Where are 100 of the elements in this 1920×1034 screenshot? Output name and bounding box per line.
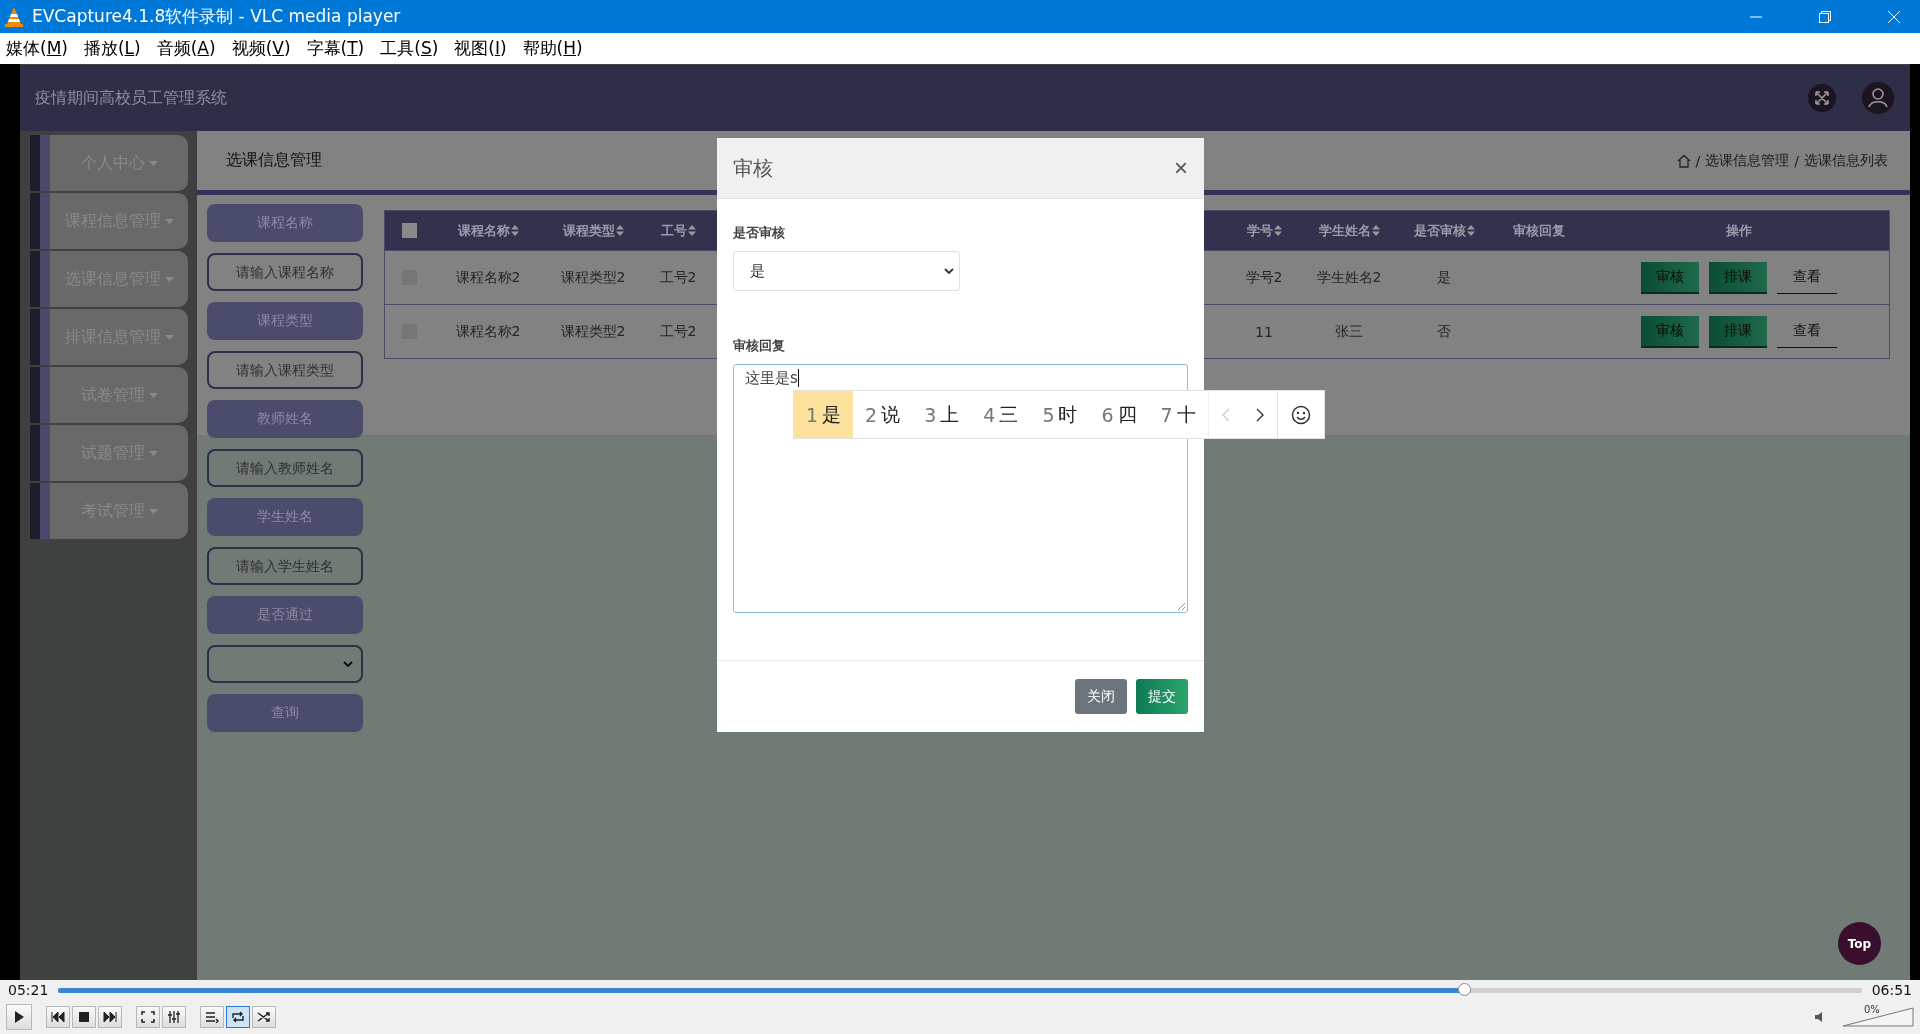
table-cell: 11 [1255,323,1273,340]
column-header[interactable]: 是否审核 [1413,221,1475,240]
submit-button[interactable]: 提交 [1136,679,1188,714]
action-button[interactable]: 排课 [1709,315,1767,348]
table-cell: 工号2 [659,322,697,341]
menu-item[interactable]: 播放(L) [83,37,141,60]
elapsed-time: 05:21 [8,982,49,998]
column-header[interactable]: 课程名称 [457,221,519,240]
breadcrumb-item[interactable]: 选课信息列表 [1804,151,1888,170]
caret-icon [164,218,174,224]
caret-icon [148,450,158,456]
column-header[interactable]: 学号 [1246,221,1282,240]
speaker-icon[interactable] [1814,1012,1824,1022]
select-field[interactable]: 是 [733,251,960,291]
menu-item[interactable]: 字幕(T) [306,37,365,60]
accent-bar [30,425,50,481]
filter-select[interactable] [207,645,363,683]
breadcrumb-separator: / [1794,152,1799,169]
table-cell: 否 [1437,322,1451,341]
playlist-icon [205,1011,219,1023]
sort-icon [1273,225,1282,236]
sort-icon [510,225,519,236]
field-label: 是否审核 [733,224,786,242]
app-title: 疫情期间高校员工管理系统 [35,87,227,109]
fullscreen-icon [141,1011,155,1023]
filter-label: 学生姓名 [207,498,363,536]
candidate-item[interactable]: 1 是 [794,391,854,438]
table-cell: 课程类型2 [560,322,626,341]
restore-icon[interactable] [1819,10,1831,23]
play-icon [12,1011,26,1023]
filter-input[interactable]: 请输入教师姓名 [207,449,363,487]
table-cell: 工号2 [659,268,697,287]
filter-input[interactable]: 请输入课程类型 [207,351,363,389]
chevron-right-icon [1255,407,1264,422]
action-button[interactable]: 排课 [1709,261,1767,294]
menu-item[interactable]: 媒体(M) [6,37,68,60]
loop-icon [231,1011,245,1023]
column-header[interactable]: 工号 [660,221,696,240]
candidate-item[interactable]: 5 时 [1030,391,1090,438]
menu-item[interactable]: 工具(S) [380,37,439,60]
user-icon[interactable] [1862,82,1894,114]
random-icon [257,1011,271,1023]
menu-item[interactable]: 音频(A) [156,37,216,60]
volume-slider[interactable]: 0% [1842,1007,1914,1027]
accent-bar [30,135,50,191]
loop-button[interactable] [226,1006,250,1028]
column-header[interactable]: 学生姓名 [1318,221,1380,240]
chevron-left-icon [1221,407,1230,422]
candidate-item[interactable]: 3 上 [912,391,972,438]
extended-button[interactable] [162,1006,186,1028]
filter-label: 课程名称 [207,204,363,242]
candidate-item[interactable]: 2 说 [853,391,913,438]
filter-label: 是否通过 [207,596,363,634]
menu-item[interactable]: 视图(I) [454,37,507,60]
search-button[interactable]: 查询 [207,694,363,732]
action-button[interactable]: 审核 [1641,315,1699,348]
view-link[interactable]: 查看 [1777,261,1837,294]
prev-button[interactable] [46,1006,70,1028]
filter-input[interactable]: 请输入课程名称 [207,253,363,291]
expand-icon[interactable] [1808,84,1836,112]
window-title: EVCapture4.1.8软件录制 - VLC media player [32,5,401,28]
stop-button[interactable] [72,1006,96,1028]
caret-icon [164,334,174,340]
table-cell: 课程名称2 [455,268,521,287]
candidate-item[interactable]: 4 三 [971,391,1031,438]
candidate-item[interactable]: 6 四 [1089,391,1149,438]
table-cell: 课程名称2 [455,322,521,341]
extended-icon [167,1011,181,1023]
menu-item[interactable]: 帮助(H) [522,37,583,60]
table-cell: 学生姓名2 [1316,268,1382,287]
column-header[interactable]: 审核回复 [1513,221,1565,240]
smiley-icon[interactable] [1290,404,1311,425]
filter-label: 课程类型 [207,302,363,340]
accent-bar [30,367,50,423]
playlist-button[interactable] [200,1006,224,1028]
view-link[interactable]: 查看 [1777,315,1837,348]
fullscreen-button[interactable] [136,1006,160,1028]
random-button[interactable] [252,1006,276,1028]
table-cell: 课程类型2 [560,268,626,287]
menu-item[interactable]: 视频(V) [231,37,291,60]
breadcrumb-item[interactable]: 选课信息管理 [1705,151,1790,170]
stop-icon [77,1011,91,1023]
resize-grip-icon[interactable] [1177,602,1185,610]
play-button[interactable] [6,1004,32,1030]
column-header[interactable]: 操作 [1726,221,1752,240]
select-all-checkbox[interactable] [401,223,417,238]
next-button[interactable] [98,1006,122,1028]
seek-handle[interactable] [1457,982,1471,996]
close-button[interactable]: × [1174,154,1188,182]
next-icon [103,1011,117,1023]
close-button[interactable]: 关闭 [1075,679,1127,714]
sort-icon [615,225,624,236]
accent-bar [30,309,50,365]
close-icon[interactable] [1888,10,1900,23]
filter-input[interactable]: 请输入学生姓名 [207,547,363,585]
total-time: 06:51 [1871,982,1912,998]
action-button[interactable]: 审核 [1641,261,1699,294]
column-header[interactable]: 课程类型 [562,221,624,240]
dialog-title: 审核 [733,154,773,182]
home-icon[interactable] [1676,153,1691,168]
